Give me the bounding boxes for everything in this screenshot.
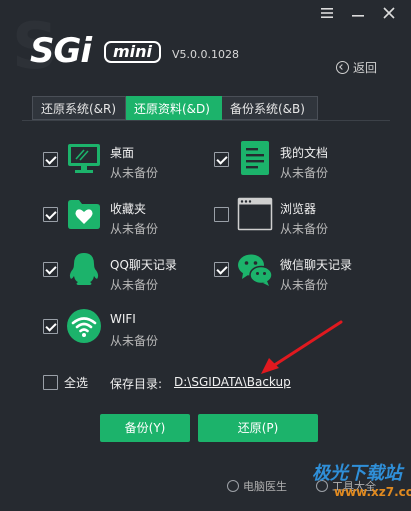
- documents-checkbox[interactable]: [214, 152, 229, 167]
- footer-doctor-label: 电脑医生: [243, 480, 287, 493]
- close-icon[interactable]: [380, 6, 398, 24]
- qq-checkbox[interactable]: [43, 262, 58, 277]
- wechat-icon: [238, 254, 273, 286]
- annotation-arrow-icon: [261, 320, 343, 374]
- tab-backup-system[interactable]: 备份系统(&B): [222, 96, 318, 120]
- select-all[interactable]: 全选: [43, 374, 88, 391]
- wifi-status: 从未备份: [110, 334, 159, 348]
- mode-tabs: 还原系统(&R) 还原资料(&D) 备份系统(&B): [32, 96, 318, 120]
- browser-title: 浏览器: [280, 202, 317, 216]
- desktop-title: 桌面: [110, 146, 135, 160]
- monitor-icon: [68, 144, 100, 173]
- minimize-icon[interactable]: [349, 6, 367, 24]
- tab-restore-data[interactable]: 还原资料(&D): [126, 96, 222, 120]
- wechat-checkbox[interactable]: [214, 262, 229, 277]
- desktop-checkbox[interactable]: [43, 152, 58, 167]
- wechat-status: 从未备份: [280, 278, 329, 292]
- browser-status: 从未备份: [280, 222, 329, 236]
- wifi-icon: [67, 309, 101, 343]
- wechat-title: 微信聊天记录: [280, 258, 353, 272]
- wifi-checkbox[interactable]: [43, 319, 58, 334]
- sgi-mini-window: S SGi mini V5.0.0.1028 返回 还原系统(&R) 还原资料(…: [0, 0, 411, 511]
- favorites-checkbox[interactable]: [43, 207, 58, 222]
- back-arrow-icon: [336, 60, 349, 74]
- site-watermark: 极光下载站 www.xz7.com: [290, 455, 411, 505]
- favorites-title: 收藏夹: [110, 202, 147, 216]
- menu-icon[interactable]: [318, 6, 336, 24]
- site-watermark-name: 极光下载站: [312, 463, 402, 484]
- browser-checkbox[interactable]: [214, 207, 229, 222]
- tab-restore-system[interactable]: 还原系统(&R): [32, 96, 126, 120]
- qq-penguin-icon: [69, 253, 99, 285]
- select-all-label: 全选: [64, 376, 89, 390]
- logo-badge: mini: [104, 41, 162, 63]
- save-dir-link[interactable]: D:\SGIDATA\Backup: [174, 375, 291, 389]
- favorites-folder-icon: [68, 200, 100, 229]
- documents-title: 我的文档: [280, 146, 329, 160]
- back-label: 返回: [353, 60, 378, 75]
- qq-title: QQ聊天记录: [110, 258, 177, 272]
- documents-status: 从未备份: [280, 166, 329, 180]
- restore-button[interactable]: 还原(P): [198, 414, 318, 442]
- browser-icon: [237, 197, 273, 231]
- footer-doctor-link[interactable]: 电脑医生: [227, 478, 287, 494]
- back-button[interactable]: 返回: [336, 59, 377, 75]
- select-all-checkbox[interactable]: [43, 375, 58, 390]
- logo-main-text: SGi: [30, 31, 92, 71]
- site-watermark-url: www.xz7.com: [334, 485, 411, 499]
- document-icon: [241, 141, 269, 175]
- qq-status: 从未备份: [110, 278, 159, 292]
- doctor-icon: [227, 480, 239, 492]
- backup-button[interactable]: 备份(Y): [100, 414, 190, 442]
- tab-divider: [22, 120, 390, 121]
- favorites-status: 从未备份: [110, 222, 159, 236]
- desktop-status: 从未备份: [110, 166, 159, 180]
- wifi-title: WIFI: [110, 312, 136, 326]
- save-dir-label: 保存目录:: [110, 377, 163, 391]
- version-label: V5.0.0.1028: [172, 48, 240, 61]
